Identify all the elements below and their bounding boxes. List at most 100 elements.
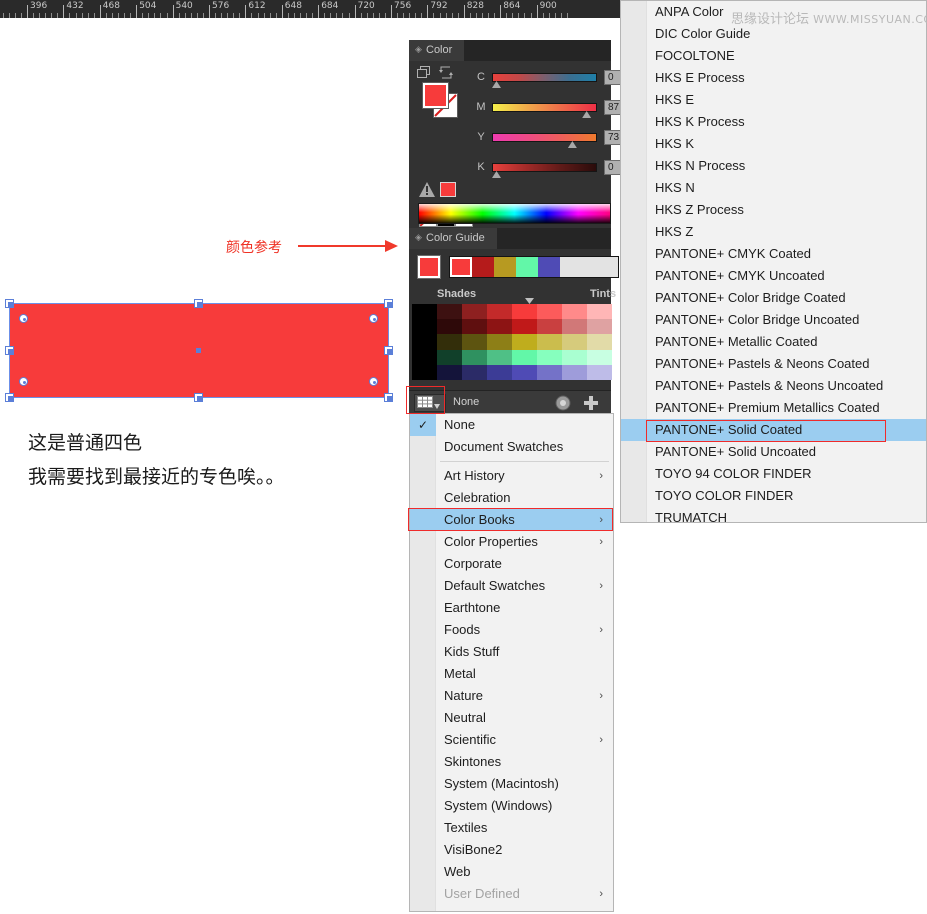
slider-track-y[interactable] [492,133,597,142]
corner-radius-widget-top-left[interactable] [19,314,28,323]
menu-item-celebration[interactable]: Celebration [410,487,613,509]
variation-swatch[interactable] [512,304,537,320]
variation-swatch[interactable] [537,334,562,350]
submenu-item-anpa-color[interactable]: ANPA Color [621,1,926,23]
variation-swatch[interactable] [412,304,437,320]
variation-swatch[interactable] [512,319,537,335]
menu-item-document-swatches[interactable]: Document Swatches [410,436,613,458]
color-guide-variations-grid[interactable] [412,304,612,380]
variation-swatch[interactable] [512,349,537,365]
slider-thumb-m[interactable] [582,111,592,118]
variation-swatch[interactable] [587,304,612,320]
submenu-item-pantone-premium-metallics-coated[interactable]: PANTONE+ Premium Metallics Coated [621,397,926,419]
variation-swatch[interactable] [412,334,437,350]
variation-swatch[interactable] [437,349,462,365]
menu-item-system-macintosh[interactable]: System (Macintosh) [410,773,613,795]
slider-thumb-c[interactable] [492,81,501,88]
variation-swatch[interactable] [437,319,462,335]
menu-item-system-windows[interactable]: System (Windows) [410,795,613,817]
menu-item-color-books[interactable]: Color Books › [410,509,613,531]
submenu-item-hks-z-process[interactable]: HKS Z Process [621,199,926,221]
slider-row-m[interactable]: M87.54 [474,100,638,118]
variation-swatch[interactable] [462,334,487,350]
color-guide-panel[interactable]: ◈ Color Guide Shades Tints None [409,228,619,414]
menu-item-none[interactable]: ✓ None [410,414,613,436]
slider-thumb-y[interactable] [567,141,577,148]
submenu-item-pantone-color-bridge-uncoated[interactable]: PANTONE+ Color Bridge Uncoated [621,309,926,331]
slider-row-c[interactable]: C0 [474,70,638,88]
swatch-libraries-menu[interactable]: ✓ None Document Swatches Art History › Celebr… [409,413,614,912]
menu-item-textiles[interactable]: Textiles [410,817,613,839]
variation-swatch[interactable] [437,364,462,380]
selection-handle-bottom-center[interactable] [194,393,203,402]
variation-swatch[interactable] [462,364,487,380]
submenu-item-dic-color-guide[interactable]: DIC Color Guide [621,23,926,45]
slider-thumb-k[interactable] [492,171,501,178]
slider-track-c[interactable] [492,73,597,82]
menu-item-metal[interactable]: Metal [410,663,613,685]
selection-handle-middle-right[interactable] [384,346,393,355]
submenu-item-trumatch[interactable]: TRUMATCH [621,507,926,529]
color-spectrum-ramp[interactable] [418,203,611,224]
tab-color-guide[interactable]: ◈ Color Guide [409,228,497,249]
corner-radius-widget-bottom-right[interactable] [369,377,378,386]
variation-swatch[interactable] [487,364,512,380]
submenu-item-pantone-solid-coated[interactable]: PANTONE+ Solid Coated [621,419,926,441]
menu-item-art-history[interactable]: Art History › [410,465,613,487]
variation-swatch[interactable] [512,364,537,380]
submenu-item-pantone-color-bridge-coated[interactable]: PANTONE+ Color Bridge Coated [621,287,926,309]
variation-swatch[interactable] [562,334,587,350]
selection-handle-middle-left[interactable] [5,346,14,355]
selection-handle-top-left[interactable] [5,299,14,308]
variation-swatch[interactable] [437,334,462,350]
selection-handle-top-center[interactable] [194,299,203,308]
submenu-item-hks-k-process[interactable]: HKS K Process [621,111,926,133]
harmony-swatch[interactable] [538,257,560,277]
submenu-item-hks-n-process[interactable]: HKS N Process [621,155,926,177]
color-mode-toggle-icon[interactable] [417,66,431,79]
harmony-swatch[interactable] [516,257,538,277]
variation-swatch[interactable] [512,334,537,350]
menu-item-color-properties[interactable]: Color Properties › [410,531,613,553]
selection-handle-top-right[interactable] [384,299,393,308]
color-guide-base-swatch[interactable] [417,255,441,279]
submenu-item-pantone-pastels-neons-coated[interactable]: PANTONE+ Pastels & Neons Coated [621,353,926,375]
variation-swatch[interactable] [537,349,562,365]
harmony-swatch[interactable] [450,257,472,277]
corner-radius-widget-bottom-left[interactable] [19,377,28,386]
menu-item-nature[interactable]: Nature › [410,685,613,707]
menu-item-corporate[interactable]: Corporate [410,553,613,575]
submenu-item-toyo-94-color-finder[interactable]: TOYO 94 COLOR FINDER [621,463,926,485]
submenu-item-pantone-pastels-neons-uncoated[interactable]: PANTONE+ Pastels & Neons Uncoated [621,375,926,397]
variation-swatch[interactable] [487,304,512,320]
swatch-libraries-menu-button[interactable] [414,394,446,412]
menu-item-kids-stuff[interactable]: Kids Stuff [410,641,613,663]
submenu-item-toyo-color-finder[interactable]: TOYO COLOR FINDER [621,485,926,507]
in-gamut-suggested-swatch[interactable] [440,182,456,197]
submenu-item-pantone-solid-uncoated[interactable]: PANTONE+ Solid Uncoated [621,441,926,463]
menu-item-foods[interactable]: Foods › [410,619,613,641]
variation-swatch[interactable] [412,349,437,365]
variation-swatch[interactable] [587,319,612,335]
swap-fill-stroke-icon[interactable] [439,66,453,79]
selection-handle-bottom-left[interactable] [5,393,14,402]
variation-swatch[interactable] [587,364,612,380]
variation-swatch[interactable] [487,334,512,350]
variation-swatch[interactable] [562,349,587,365]
submenu-item-pantone-cmyk-uncoated[interactable]: PANTONE+ CMYK Uncoated [621,265,926,287]
variation-swatch[interactable] [462,304,487,320]
menu-item-scientific[interactable]: Scientific › [410,729,613,751]
variation-swatch[interactable] [562,319,587,335]
fill-swatch[interactable] [422,82,449,109]
menu-item-skintones[interactable]: Skintones [410,751,613,773]
tab-color[interactable]: ◈ Color [409,40,465,61]
variation-swatch[interactable] [537,304,562,320]
variation-swatch[interactable] [412,364,437,380]
submenu-item-pantone-metallic-coated[interactable]: PANTONE+ Metallic Coated [621,331,926,353]
submenu-item-hks-z[interactable]: HKS Z [621,221,926,243]
menu-item-default-swatches[interactable]: Default Swatches › [410,575,613,597]
slider-track-k[interactable] [492,163,597,172]
submenu-item-hks-e[interactable]: HKS E [621,89,926,111]
harmony-swatch[interactable] [494,257,516,277]
variation-swatch[interactable] [437,304,462,320]
